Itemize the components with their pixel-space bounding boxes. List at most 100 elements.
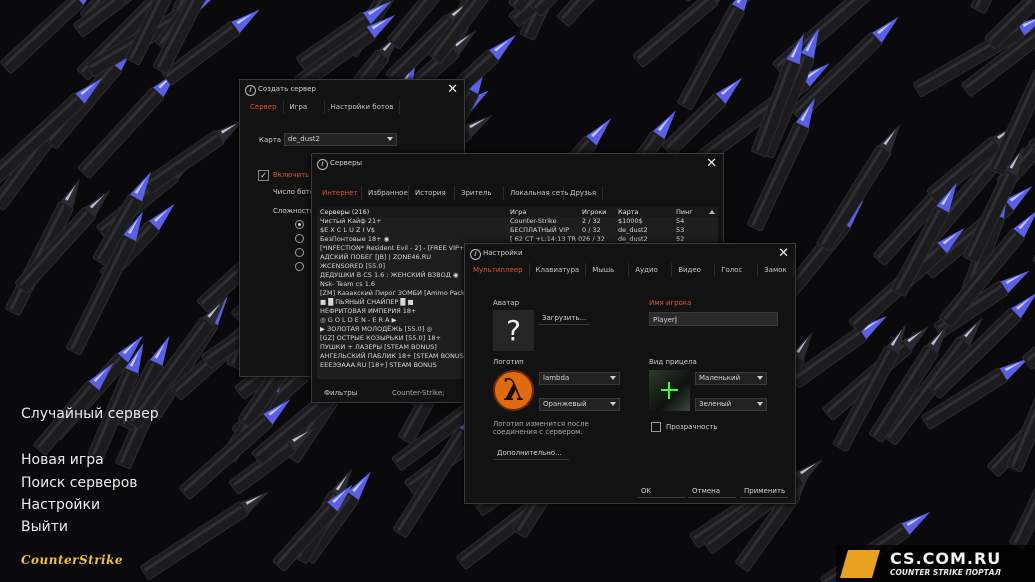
steam-logo-icon: ℓ	[470, 249, 481, 260]
logo-select[interactable]: lambda	[539, 372, 620, 385]
avatar-placeholder: ?	[493, 310, 534, 351]
menu-settings[interactable]: Настройки	[21, 497, 100, 513]
tab-favorites[interactable]: Избранное	[362, 186, 409, 200]
site-logo-sub: COUNTER STRIKE ПОРТАЛ	[890, 568, 1001, 577]
cancel-button[interactable]: Отмена	[688, 485, 736, 498]
text-cursor: |	[674, 316, 678, 324]
filters-button[interactable]: Фильтры	[324, 389, 357, 397]
logo-color-select[interactable]: Оранжевый	[539, 398, 620, 411]
title-bar[interactable]: ℓ Серверы ✕	[312, 154, 723, 174]
tab-audio[interactable]: Аудио	[629, 263, 673, 277]
difficulty-radio[interactable]	[295, 220, 304, 229]
chevron-down-icon	[757, 402, 763, 406]
menu-find-servers[interactable]: Поиск серверов	[21, 475, 138, 491]
counter-strike-logo: CounterStrike	[21, 553, 124, 567]
enable-bots-checkbox[interactable]: ✓	[258, 170, 269, 181]
tab-spectate[interactable]: Зритель	[455, 186, 504, 200]
map-value: de_dust2	[288, 135, 320, 143]
tab-spray[interactable]: Замок	[758, 263, 794, 277]
window-title: Настройки	[483, 249, 523, 257]
tab-video[interactable]: Видео	[672, 263, 716, 277]
chevron-down-icon	[610, 402, 616, 406]
column-header[interactable]: Карта	[618, 207, 676, 217]
table-cell: 54	[676, 217, 685, 225]
difficulty-radio[interactable]	[295, 262, 304, 271]
menu-new-game[interactable]: Новая игра	[21, 452, 104, 468]
player-name-label: Имя игрока	[649, 299, 692, 307]
column-header[interactable]: Серверы (216)	[317, 207, 510, 217]
server-list-header[interactable]: Серверы (216) Игра Игроки Карта Пинг	[317, 207, 718, 217]
tab-friends[interactable]: Друзья	[564, 186, 604, 200]
difficulty-label: Сложность	[273, 207, 314, 215]
close-icon[interactable]: ✕	[706, 156, 717, 171]
tab-history[interactable]: История	[409, 186, 455, 200]
tab-keyboard[interactable]: Клавиатура	[530, 263, 587, 277]
lambda-logo-icon: λ	[493, 370, 534, 411]
chevron-down-icon	[387, 137, 393, 141]
logo-label: Логотип	[493, 358, 524, 366]
title-bar[interactable]: ℓ Настройки ✕	[465, 244, 795, 264]
difficulty-radio[interactable]	[295, 248, 304, 257]
table-cell: de_dust2	[618, 226, 648, 234]
steam-logo-icon: ℓ	[317, 159, 328, 170]
close-icon[interactable]: ✕	[778, 246, 789, 261]
crosshair-label: Вид прицела	[649, 358, 697, 366]
player-name-value: Player	[653, 316, 675, 324]
table-cell: Counter-Strike	[510, 217, 557, 225]
tab-game[interactable]: Игра	[284, 100, 325, 114]
table-cell: 2 / 32	[582, 217, 601, 225]
table-cell: Чистый Кайф 21+	[320, 217, 382, 225]
chevron-down-icon	[757, 376, 763, 380]
table-cell: 53	[676, 226, 685, 234]
difficulty-radio[interactable]	[295, 234, 304, 243]
chevron-down-icon	[610, 376, 616, 380]
tab-multiplayer[interactable]: Мультиплеер	[467, 263, 530, 277]
tab-bot-settings[interactable]: Настройки ботов	[325, 100, 401, 114]
tab-mouse[interactable]: Мышь	[586, 263, 630, 277]
crosshair-size-select[interactable]: Маленький	[695, 372, 767, 385]
menu-random-server[interactable]: Случайный сервер	[21, 406, 159, 422]
table-row[interactable]: $E X C L U Z I V$ БЕСПЛАТНЫЙ VIP 0 / 32 de_…	[320, 226, 718, 235]
map-label: Карта	[259, 136, 282, 144]
crosshair-icon	[668, 382, 670, 399]
tab-internet[interactable]: Интернет	[316, 186, 362, 200]
avatar-label: Аватар	[493, 299, 520, 307]
table-cell: БЕСПЛАТНЫЙ VIP	[510, 226, 570, 234]
column-header[interactable]: Пинг	[676, 207, 706, 217]
table-cell: 0 / 32	[582, 226, 601, 234]
menu-quit[interactable]: Выйти	[21, 519, 68, 535]
close-icon[interactable]: ✕	[447, 82, 458, 97]
scroll-up-icon[interactable]	[709, 210, 715, 214]
tab-voice[interactable]: Голос	[715, 263, 759, 277]
logo-choice-value: lambda	[543, 374, 570, 382]
site-logo-main: CS.COM.RU	[890, 549, 1002, 568]
settings-window: ℓ Настройки ✕ Мультиплеер Клавиатура Мыш…	[464, 243, 796, 504]
apply-button[interactable]: Применить	[740, 485, 788, 498]
window-title: Серверы	[330, 159, 363, 167]
column-header[interactable]: Игра	[510, 207, 582, 217]
player-name-input[interactable]: Player|	[649, 312, 778, 326]
table-cell: $E X C L U Z I V$	[320, 226, 376, 234]
logo-color-value: Оранжевый	[543, 400, 587, 408]
ok-button[interactable]: OK	[637, 485, 685, 498]
window-title: Создать сервер	[258, 85, 316, 93]
crosshair-preview	[649, 370, 690, 411]
transparency-checkbox[interactable]	[651, 422, 661, 432]
table-row[interactable]: Чистый Кайф 21+ Counter-Strike 2 / 32 $1000…	[320, 217, 718, 226]
logo-note: Логотип изменится после соединения с сер…	[493, 420, 589, 436]
advanced-button[interactable]: Дополнительно...	[493, 447, 569, 460]
column-header[interactable]: Игроки	[582, 207, 618, 217]
crosshair-color-select[interactable]: Зеленый	[695, 398, 767, 411]
table-cell: $1000$	[618, 217, 643, 225]
crosshair-size-value: Маленький	[699, 374, 741, 382]
map-select[interactable]: de_dust2	[284, 133, 397, 146]
upload-avatar-button[interactable]: Загрузить...	[538, 312, 590, 325]
tab-server[interactable]: Сервер	[244, 100, 284, 114]
title-bar[interactable]: ℓ Создать сервер ✕	[240, 80, 464, 100]
site-logo-icon	[840, 550, 880, 578]
filter-game-label: Counter-Strike;	[392, 389, 445, 397]
site-logo: CS.COM.RU COUNTER STRIKE ПОРТАЛ	[836, 545, 1035, 582]
tab-lan[interactable]: Локальная сеть	[504, 186, 568, 200]
steam-logo-icon: ℓ	[245, 85, 256, 96]
transparency-label: Прозрачность	[666, 423, 718, 431]
